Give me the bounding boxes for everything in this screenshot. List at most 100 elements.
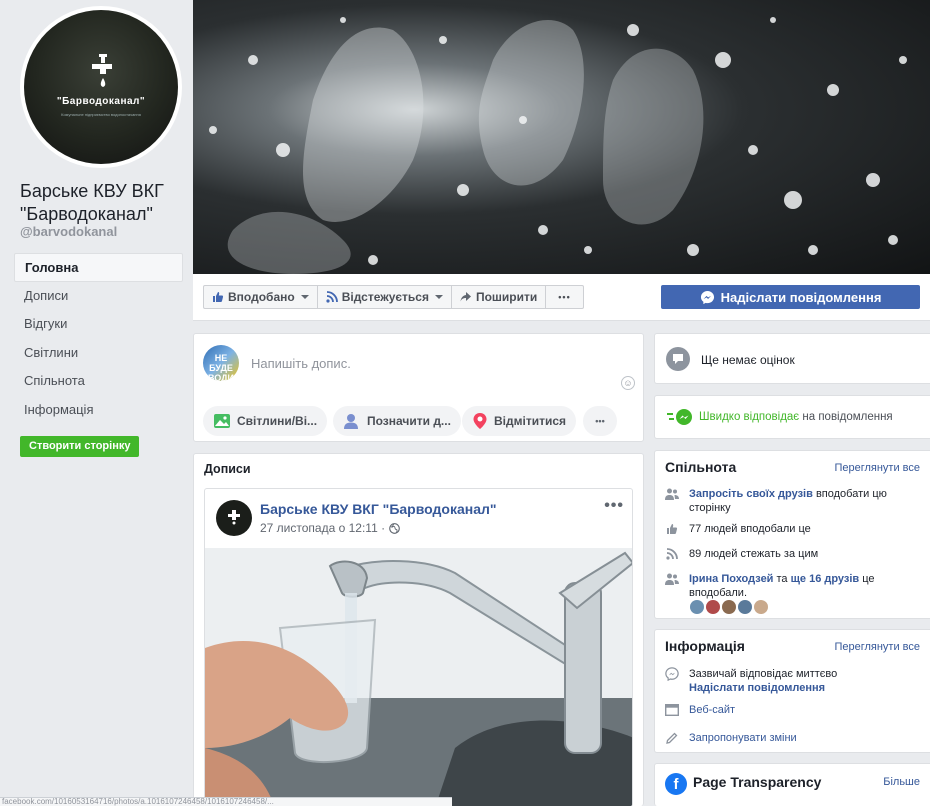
post-timestamp[interactable]: 27 листопада о 12:11 ·: [260, 521, 400, 535]
nav-item-photos[interactable]: Світлини: [14, 339, 183, 368]
avatar[interactable]: [738, 600, 752, 614]
community-see-all-link[interactable]: Переглянути все: [834, 462, 920, 474]
browser-window-icon: [665, 703, 679, 717]
posts-title: Дописи: [204, 462, 251, 476]
thumbs-up-icon: [213, 292, 224, 302]
response-text: Швидко відповідає на повідомлення: [699, 411, 893, 423]
page-avatar[interactable]: "Барводоканал" Комунальне підприємство в…: [20, 6, 182, 168]
community-card: Спільнота Переглянути все Запросіть свої…: [654, 450, 930, 619]
tag-friends-button[interactable]: Позначити д...: [333, 406, 461, 436]
info-see-all-link[interactable]: Переглянути все: [834, 641, 920, 653]
share-label: Поширити: [475, 290, 538, 304]
more-actions-button[interactable]: •••: [546, 286, 582, 308]
tag-people-icon: [344, 414, 358, 429]
rss-icon: [665, 547, 679, 561]
suggest-edits-link[interactable]: Запропонувати зміни: [689, 731, 797, 745]
avatar-text: НЕ БУДЕ ВОДИ: [207, 353, 235, 381]
people-icon: [665, 572, 679, 586]
composer-more-button[interactable]: •••: [583, 406, 617, 436]
faucet-photo: [205, 548, 632, 806]
page-nav: Головна Дописи Відгуки Світлини Спільнот…: [14, 253, 183, 425]
page-handle[interactable]: @barvodokanal: [20, 224, 117, 239]
friend-avatars: [690, 600, 768, 614]
more-label: •••: [558, 292, 571, 302]
avatar-sub-text: Комунальне підприємство водопостачання: [61, 112, 141, 117]
tag-friends-label: Позначити д...: [367, 414, 451, 428]
reply-time-text: Зазвичай відповідає миттєво: [689, 668, 838, 680]
community-title: Спільнота: [665, 459, 737, 475]
globe-icon: [389, 522, 400, 534]
water-splash-image: [209, 17, 907, 274]
cover-photo[interactable]: [193, 0, 930, 274]
avatar[interactable]: [690, 600, 704, 614]
nav-item-reviews[interactable]: Відгуки: [14, 310, 183, 339]
reply-time-row: Зазвичай відповідає миттєво Надіслати по…: [665, 667, 837, 695]
avatar[interactable]: [754, 600, 768, 614]
suggest-edits-row: Запропонувати зміни: [665, 731, 797, 745]
send-message-label: Надіслати повідомлення: [720, 289, 882, 305]
response-rest: на повідомлення: [802, 411, 893, 423]
post-card: Барське КВУ ВКГ "Барводоканал" 27 листоп…: [204, 488, 633, 806]
website-link[interactable]: Веб-сайт: [689, 703, 735, 717]
share-button[interactable]: Поширити: [452, 286, 547, 308]
likes-row: 77 людей вподобали це: [665, 522, 811, 536]
send-message-link[interactable]: Надіслати повідомлення: [689, 681, 837, 695]
share-arrow-icon: [460, 292, 471, 302]
photo-icon: [214, 414, 230, 428]
thumbs-up-icon: [665, 522, 679, 536]
post-composer: НЕ БУДЕ ВОДИ Напишіть допис. ☺ Світлини/…: [193, 333, 644, 442]
like-button[interactable]: Вподобано: [204, 286, 318, 308]
response-fast: Швидко відповідає: [699, 411, 800, 423]
check-in-button[interactable]: Відмітитися: [462, 406, 577, 436]
chevron-down-icon: [434, 295, 443, 299]
post-options-button[interactable]: •••: [604, 497, 624, 515]
avatar-brand-text: "Барводоканал": [56, 96, 146, 107]
write-post-input[interactable]: Напишіть допис.: [251, 356, 351, 371]
rss-icon: [326, 291, 338, 303]
nav-item-posts[interactable]: Дописи: [14, 282, 183, 311]
messenger-fast-icon: [667, 409, 692, 425]
page-title[interactable]: Барське КВУ ВКГ "Барводоканал": [20, 180, 190, 226]
ratings-card: Ще немає оцінок: [654, 333, 930, 384]
post-author-avatar[interactable]: [216, 500, 252, 536]
people-icon: [665, 487, 679, 501]
location-pin-icon: [473, 413, 487, 429]
emoji-icon[interactable]: ☺: [621, 376, 635, 390]
page-action-buttons: Вподобано Відстежується Поширити •••: [203, 285, 584, 309]
info-title: Інформація: [665, 638, 745, 654]
posts-section: Дописи Барське КВУ ВКГ "Барводоканал" 27…: [193, 453, 644, 806]
photo-video-label: Світлини/Ві...: [237, 414, 318, 428]
follow-button[interactable]: Відстежується: [318, 286, 452, 308]
messenger-icon: [665, 667, 679, 681]
send-message-button[interactable]: Надіслати повідомлення: [661, 285, 920, 309]
nav-item-info[interactable]: Інформація: [14, 396, 183, 425]
check-in-label: Відмітитися: [494, 414, 567, 428]
no-ratings-text: Ще немає оцінок: [701, 353, 795, 367]
avatar[interactable]: [722, 600, 736, 614]
more-label: •••: [595, 416, 605, 426]
profile-picture: "Барводоканал" Комунальне підприємство в…: [24, 10, 178, 164]
facebook-logo-icon: f: [665, 773, 687, 795]
water-tap-icon: [92, 54, 112, 87]
avatar[interactable]: [706, 600, 720, 614]
friend-mid: та: [776, 573, 788, 585]
more-friends-link[interactable]: ще 16 друзів: [791, 573, 860, 585]
pencil-icon: [665, 731, 679, 745]
transparency-more-link[interactable]: Більше: [883, 776, 920, 788]
post-author-name[interactable]: Барське КВУ ВКГ "Барводоканал": [260, 501, 497, 517]
water-tap-icon: [228, 510, 240, 525]
friend-name-link[interactable]: Ірина Походзей: [689, 573, 773, 585]
invite-friends-link[interactable]: Запросіть своїх друзів: [689, 488, 813, 500]
composer-avatar: НЕ БУДЕ ВОДИ: [203, 345, 239, 381]
follows-row: 89 людей стежать за цим: [665, 547, 818, 561]
page-action-bar: Вподобано Відстежується Поширити ••• Над…: [193, 274, 930, 321]
photo-video-button[interactable]: Світлини/Ві...: [203, 406, 328, 436]
invite-friends-row: Запросіть своїх друзів вподобати цю стор…: [665, 487, 915, 515]
page-transparency-card: f Page Transparency Більше: [654, 763, 930, 806]
nav-item-community[interactable]: Спільнота: [14, 367, 183, 396]
nav-item-home[interactable]: Головна: [14, 253, 183, 282]
post-image-faucet[interactable]: [205, 548, 632, 806]
create-page-button[interactable]: Створити сторінку: [20, 436, 140, 457]
browser-status-bar: facebook.com/1016053164716/photos/a.1016…: [0, 797, 452, 806]
info-card: Інформація Переглянути все Зазвичай відп…: [654, 629, 930, 753]
